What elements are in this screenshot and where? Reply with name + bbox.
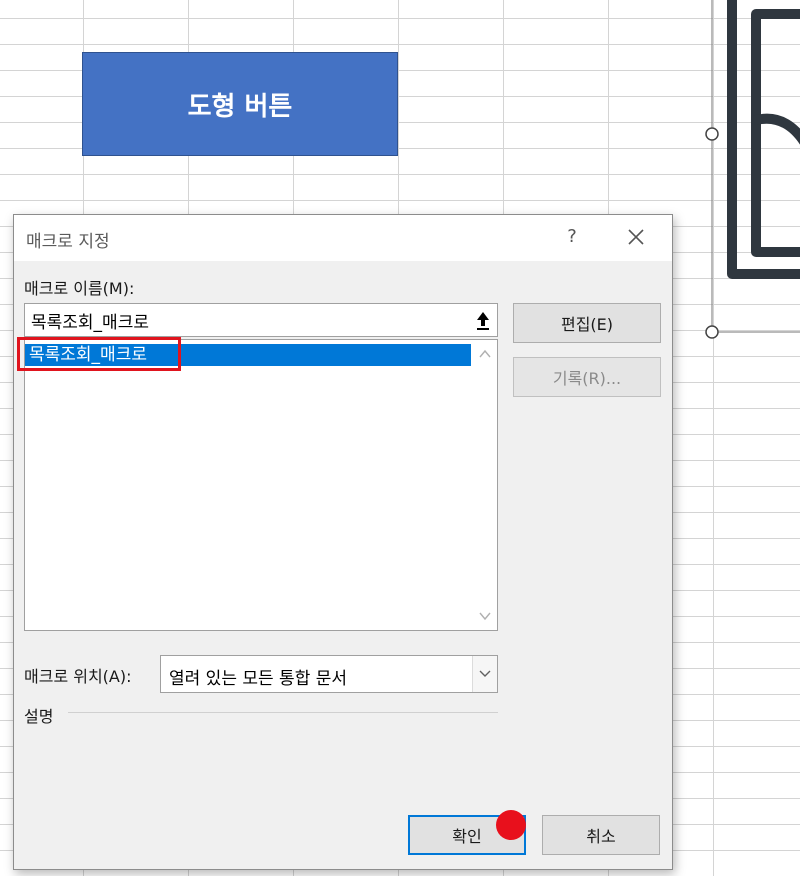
dialog-title: 매크로 지정 (26, 232, 110, 252)
chevron-down-icon (479, 670, 491, 677)
macro-name-label: 매크로 이름(M): (24, 279, 135, 298)
scroll-up-icon[interactable] (477, 346, 493, 362)
shape-button[interactable]: 도형 버튼 (82, 52, 398, 156)
scroll-down-icon[interactable] (477, 608, 493, 624)
macro-location-select[interactable]: 열려 있는 모든 통합 문서 (160, 655, 498, 693)
cancel-button[interactable]: 취소 (542, 815, 660, 855)
selection-highlight-box (17, 337, 181, 371)
resize-handle (705, 325, 719, 339)
selected-drawing-object[interactable] (700, 0, 800, 340)
dialog-titlebar: 매크로 지정 ? (14, 215, 672, 261)
edit-button[interactable]: 편집(E) (513, 303, 661, 343)
help-button[interactable]: ? (560, 225, 584, 249)
resize-handle (705, 127, 719, 141)
assign-macro-dialog: 매크로 지정 ? 매크로 이름(M): 목록조회_매크로 편집(E) 기록(R)… (13, 214, 673, 870)
macro-location-value: 열려 있는 모든 통합 문서 (169, 669, 348, 689)
record-button[interactable]: 기록(R)... (513, 357, 661, 397)
close-icon[interactable] (622, 223, 650, 251)
macro-name-field[interactable] (24, 303, 498, 337)
click-marker (496, 810, 526, 840)
dropdown-button[interactable] (472, 656, 497, 692)
description-divider (68, 712, 498, 713)
macro-name-input[interactable] (25, 304, 477, 336)
collapse-dialog-icon[interactable] (471, 307, 495, 333)
list-scrollbar[interactable] (473, 340, 497, 630)
macro-list[interactable]: 목록조회_매크로 (24, 339, 498, 631)
macro-location-label: 매크로 위치(A): (24, 667, 132, 686)
description-label: 설명 (24, 707, 54, 726)
